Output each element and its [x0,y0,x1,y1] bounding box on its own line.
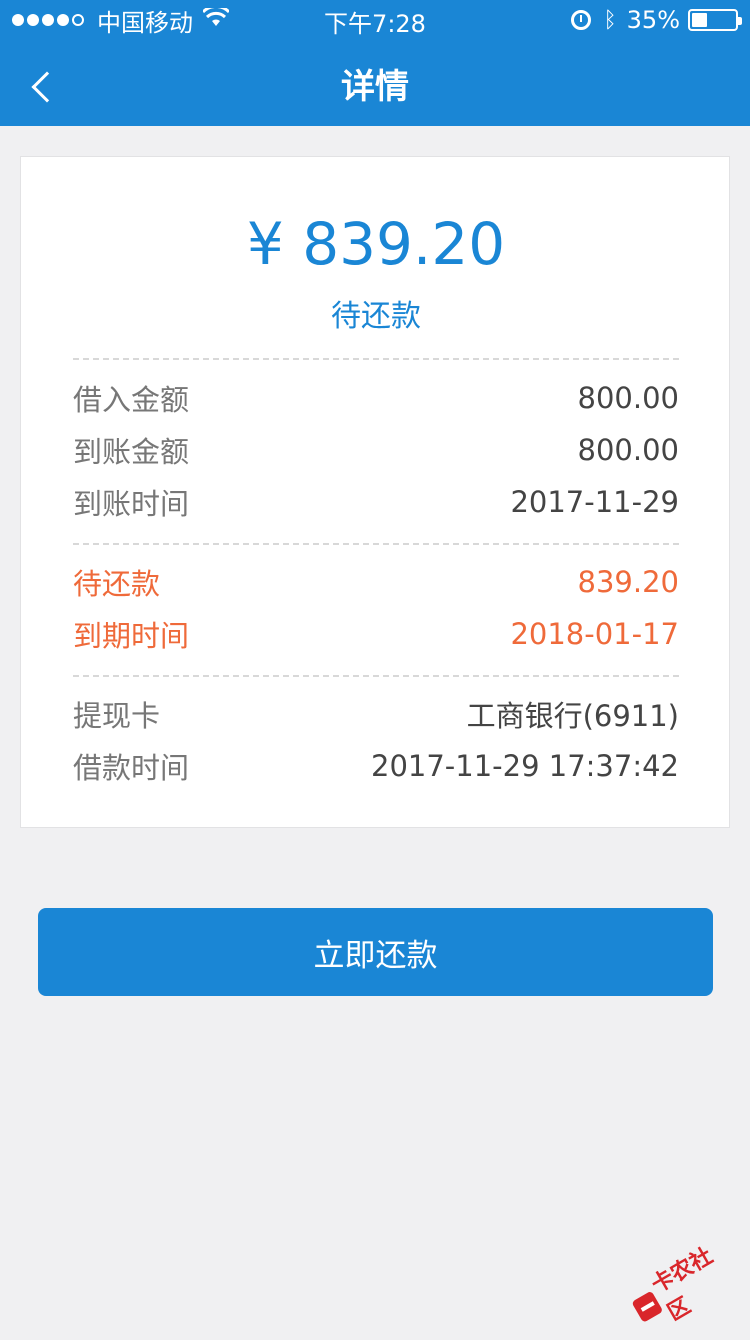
page-title: 详情 [0,64,750,110]
row-label: 到账时间 [73,481,189,523]
row-label: 到账金额 [73,429,189,471]
status-right: ᛒ 35% [571,4,738,36]
watermark: 卡农社区 [624,1234,746,1336]
divider [73,675,679,677]
alarm-icon [571,10,591,30]
row-value: 839.20 [578,565,679,599]
row-value: 800.00 [578,381,679,415]
repay-now-button[interactable]: 立即还款 [38,908,713,996]
divider [73,543,679,545]
amount-total: ¥ 839.20 [21,209,731,279]
battery-level [692,13,707,27]
detail-row-received: 到账金额 800.00 [73,428,679,472]
row-value: 2017-11-29 [510,485,679,519]
row-value: 2018-01-17 [510,617,679,651]
battery-percent: 35% [627,6,680,34]
row-label: 待还款 [73,561,160,603]
detail-row-due-amount: 待还款 839.20 [73,560,679,604]
divider [73,358,679,360]
detail-row-card: 提现卡 工商银行(6911) [73,692,679,736]
amount-status: 待还款 [21,291,731,335]
row-label: 到期时间 [73,613,189,655]
status-bar: 中国移动 下午7:28 ᛒ 35% [0,0,750,40]
row-label: 借入金额 [73,377,189,419]
detail-row-due-date: 到期时间 2018-01-17 [73,612,679,656]
battery-icon [688,9,738,31]
top-bar: 中国移动 下午7:28 ᛒ 35% 详情 [0,0,750,126]
row-value: 800.00 [578,433,679,467]
row-label: 提现卡 [73,693,160,735]
row-value: 2017-11-29 17:37:42 [371,749,679,783]
bluetooth-icon: ᛒ [603,8,616,33]
row-value: 工商银行(6911) [467,693,679,735]
detail-row-borrowed: 借入金额 800.00 [73,376,679,420]
detail-card: ¥ 839.20 待还款 借入金额 800.00 到账金额 800.00 到账时… [20,156,730,828]
row-label: 借款时间 [73,745,189,787]
detail-row-received-time: 到账时间 2017-11-29 [73,480,679,524]
detail-row-loan-time: 借款时间 2017-11-29 17:37:42 [73,744,679,788]
